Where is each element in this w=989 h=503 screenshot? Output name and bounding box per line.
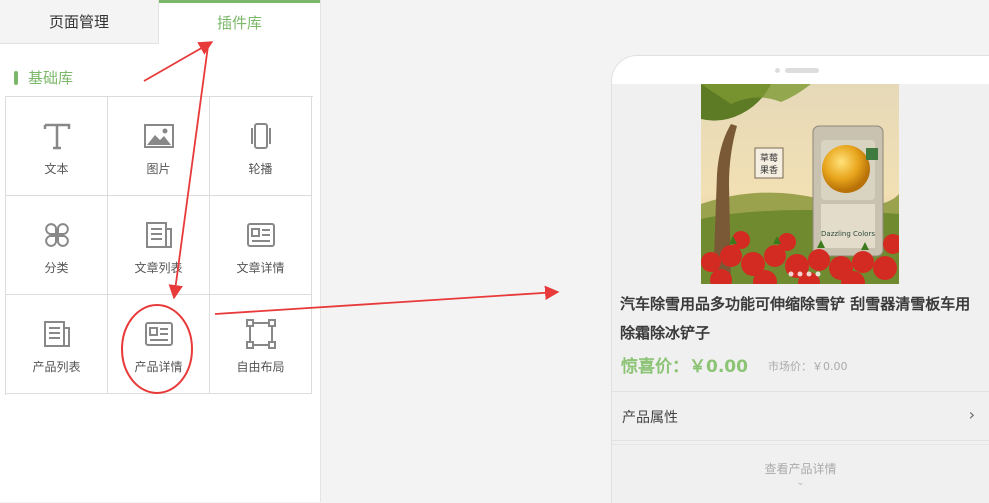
widget-label: 分类 [44, 261, 69, 275]
widget-product-detail[interactable]: 产品详情 [108, 295, 210, 394]
image-brand-cn-2: 果香 [760, 165, 778, 176]
widget-free-layout[interactable]: 自由布局 [210, 295, 312, 394]
widget-label: 文章详情 [236, 261, 285, 275]
widget-product-list[interactable]: 产品列表 [6, 295, 108, 394]
product-detail-icon [145, 322, 173, 346]
product-carousel-image[interactable]: 草莓 果香 Dazzling Colors [701, 84, 899, 284]
product-attributes-row[interactable]: 产品属性 › [612, 391, 989, 441]
section-marker [14, 71, 18, 85]
image-icon [144, 124, 174, 148]
free-layout-icon [246, 319, 276, 349]
view-detail-label: 查看产品详情 [764, 462, 837, 476]
text-icon [43, 123, 71, 150]
category-icon [45, 223, 69, 247]
attributes-label: 产品属性 [622, 410, 678, 426]
widget-label: 图片 [146, 162, 171, 176]
phone-camera [775, 68, 780, 73]
carousel-icon [251, 123, 271, 149]
tab-page-manage[interactable]: 页面管理 [0, 0, 159, 44]
article-list-icon [146, 222, 172, 248]
view-detail-row[interactable]: 查看产品详情 ⌄ [612, 444, 989, 503]
price-label: 惊喜价：￥0.00 [621, 357, 748, 377]
section-title-label: 基础库 [28, 69, 74, 87]
widget-label: 产品详情 [134, 360, 183, 374]
widget-label: 产品列表 [32, 360, 81, 374]
widget-label: 自由布局 [236, 360, 285, 374]
product-list-icon [44, 321, 70, 347]
chevron-down-icon: ⌄ [796, 477, 805, 488]
widget-label: 轮播 [248, 162, 273, 176]
widget-article-detail[interactable]: 文章详情 [210, 196, 312, 295]
article-detail-icon [247, 223, 275, 247]
tab-plugin-library[interactable]: 插件库 [159, 0, 320, 44]
widget-label: 文章列表 [134, 261, 183, 275]
chevron-right-icon: › [968, 405, 975, 424]
section-title: 基础库 [14, 68, 73, 88]
market-price: 市场价：￥0.00 [768, 360, 848, 373]
widget-text[interactable]: 文本 [6, 97, 108, 196]
product-photo: 草莓 果香 Dazzling Colors [701, 84, 899, 284]
widget-grid: 文本 图片 轮播 分类 文章列表 文章详情 产品列表 产品详情 自由布局 [5, 96, 313, 395]
product-title: 汽车除雪用品多功能可伸缩除雪铲 刮雪器清雪板车用除霜除冰铲子 [620, 295, 971, 342]
panel-tabs: 页面管理 插件库 [0, 0, 320, 44]
widget-carousel[interactable]: 轮播 [210, 97, 312, 196]
widget-image[interactable]: 图片 [108, 97, 210, 196]
phone-speaker [785, 68, 819, 73]
image-brand-cn-1: 草莓 [760, 152, 778, 164]
widget-category[interactable]: 分类 [6, 196, 108, 295]
image-brand-en: Dazzling Colors [821, 230, 875, 238]
widget-label: 文本 [44, 162, 69, 176]
widget-article-list[interactable]: 文章列表 [108, 196, 210, 295]
